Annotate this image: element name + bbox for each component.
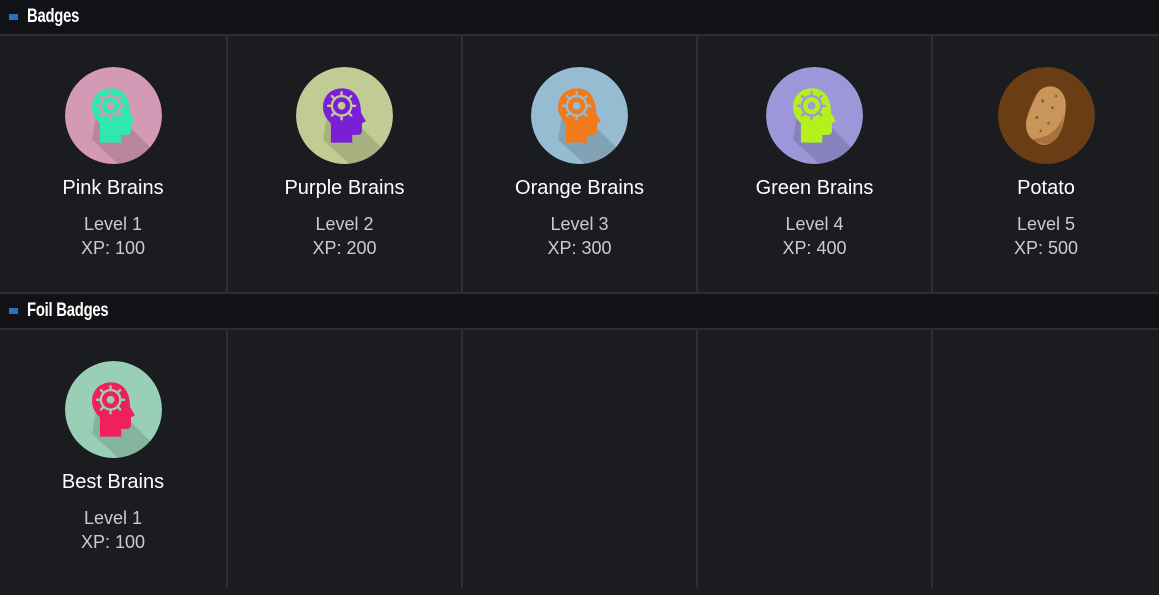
brain-head-icon [766, 67, 863, 164]
badge-card[interactable]: Pink Brains Level 1 XP: 100 [0, 36, 228, 292]
badges-grid: Pink Brains Level 1 XP: 100 Purple Brain… [0, 36, 1159, 292]
empty-badge-slot [463, 330, 698, 588]
badge-xp: XP: 100 [80, 532, 146, 552]
brain-head-icon [296, 67, 393, 164]
badge-card[interactable]: Purple Brains Level 2 XP: 200 [228, 36, 463, 292]
badge-name: Purple Brains [284, 177, 405, 199]
badge-level: Level 4 [785, 214, 844, 234]
badge-name: Potato [1017, 177, 1075, 199]
badge-xp: XP: 400 [782, 238, 847, 258]
badges-section-header: Badges [0, 0, 1159, 36]
badge-name: Best Brains [61, 471, 165, 493]
section-bullet [9, 308, 18, 314]
brain-head-icon [64, 67, 162, 164]
badge-xp: XP: 300 [547, 238, 612, 258]
section-title: Badges [27, 6, 80, 27]
badge-name: Orange Brains [515, 177, 644, 199]
badge-xp: XP: 200 [312, 238, 377, 258]
brain-head-icon [531, 67, 628, 164]
empty-badge-slot [698, 330, 933, 588]
potato-icon [997, 67, 1095, 164]
badge-card[interactable]: Potato Level 5 XP: 500 [933, 36, 1159, 292]
empty-badge-slot [933, 330, 1159, 588]
badge-level: Level 2 [315, 214, 374, 234]
badge-card[interactable]: Best Brains Level 1 XP: 100 [0, 330, 228, 588]
section-title: Foil Badges [27, 300, 109, 321]
badge-xp: XP: 100 [80, 238, 146, 258]
badge-name: Green Brains [755, 177, 874, 199]
brain-head-icon [64, 361, 162, 458]
empty-badge-slot [228, 330, 463, 588]
badge-name: Pink Brains [62, 177, 164, 199]
foil-badges-grid: Best Brains Level 1 XP: 100 [0, 330, 1159, 588]
foil-section-header: Foil Badges [0, 294, 1159, 330]
section-bullet [9, 14, 18, 20]
badge-level: Level 1 [83, 214, 143, 234]
badge-level: Level 1 [83, 508, 143, 528]
badge-xp: XP: 500 [1013, 238, 1079, 258]
badge-level: Level 5 [1016, 214, 1076, 234]
badge-card[interactable]: Orange Brains Level 3 XP: 300 [463, 36, 698, 292]
badge-level: Level 3 [550, 214, 609, 234]
badge-card[interactable]: Green Brains Level 4 XP: 400 [698, 36, 933, 292]
